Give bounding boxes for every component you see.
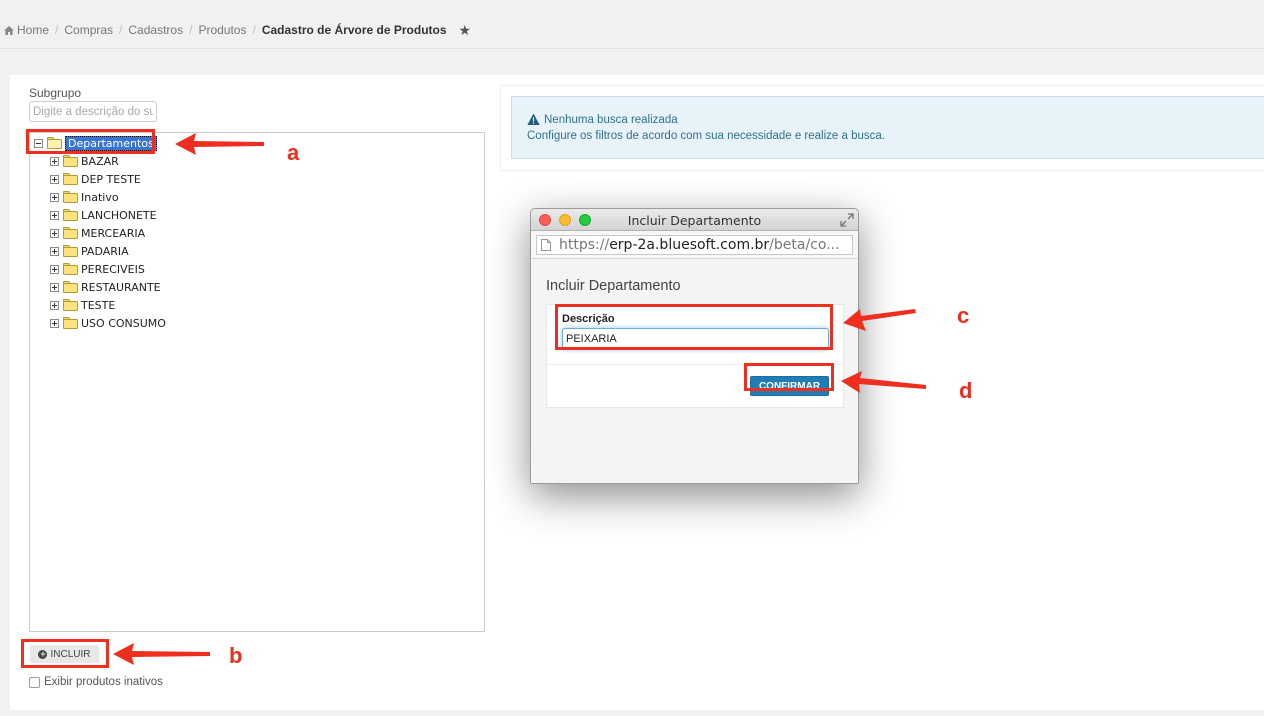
url-host: erp-2a.bluesoft.com.br (609, 237, 770, 253)
expand-icon[interactable] (50, 318, 59, 328)
alert-title: Nenhuma busca realizada (527, 113, 678, 126)
arrow-d-icon (841, 371, 926, 393)
callout-box-c (555, 304, 833, 350)
breadcrumb-home[interactable]: Home (17, 23, 49, 37)
breadcrumb-cadastros[interactable]: Cadastros (128, 23, 183, 37)
folder-icon (63, 155, 78, 167)
folder-icon (63, 227, 78, 239)
page-title: Cadastro de Árvore de Produtos (261, 23, 447, 37)
annotation-label-a: a (287, 140, 300, 165)
arrow-b-icon (113, 643, 210, 665)
tree-node-label[interactable]: MERCEARIA (81, 227, 145, 240)
tree-node-dep-teste[interactable]: DEP TESTE (50, 171, 141, 187)
header-divider (0, 48, 1264, 49)
folder-icon (63, 281, 78, 293)
expand-icon[interactable] (50, 264, 59, 274)
breadcrumb-separator: / (55, 23, 59, 37)
info-alert: Nenhuma busca realizada Configure os fil… (511, 96, 1264, 159)
callout-box-d (744, 363, 834, 391)
folder-icon (63, 209, 78, 221)
callout-box-a (26, 129, 155, 154)
expand-icon[interactable] (50, 300, 59, 310)
expand-icon[interactable] (50, 282, 59, 292)
breadcrumb: Home / Compras / Cadastros / Produtos / … (4, 22, 471, 38)
folder-icon (63, 299, 78, 311)
folder-icon (63, 317, 78, 329)
tree-node-label[interactable]: RESTAURANTE (81, 281, 161, 294)
arrow-c-icon (843, 309, 916, 331)
expand-icon[interactable] (50, 210, 59, 220)
folder-icon (63, 173, 78, 185)
expand-icon[interactable] (50, 228, 59, 238)
warning-icon (527, 113, 540, 125)
modal-heading: Incluir Departamento (546, 278, 681, 294)
tree-node-lanchonete[interactable]: LANCHONETE (50, 207, 157, 223)
folder-icon (63, 263, 78, 275)
url-bar: https:// erp-2a.bluesoft.com.br /beta/co… (531, 231, 858, 259)
breadcrumb-produtos[interactable]: Produtos (198, 23, 246, 37)
tree-node-restaurante[interactable]: RESTAURANTE (50, 279, 161, 295)
exibir-inativos-label[interactable]: Exibir produtos inativos (44, 676, 163, 688)
expand-icon[interactable] (50, 156, 59, 166)
tree-node-inativo[interactable]: Inativo (50, 189, 119, 205)
subgrupo-label: Subgrupo (29, 86, 82, 100)
exibir-inativos-checkbox[interactable] (29, 676, 40, 688)
callout-box-b (21, 639, 109, 668)
expand-icon[interactable] (50, 174, 59, 184)
window-title: Incluir Departamento (627, 213, 762, 228)
tree-node-pereciveis[interactable]: PERECIVEIS (50, 261, 145, 277)
annotation-label-d: d (959, 378, 973, 403)
annotation-label-b: b (229, 643, 243, 668)
tree-node-uso-consumo[interactable]: USO CONSUMO (50, 315, 166, 331)
alert-text: Configure os filtros de acordo com sua n… (527, 130, 885, 142)
breadcrumb-separator: / (252, 23, 256, 37)
product-tree[interactable]: Departamentos BAZAR DEP TESTE Inativo LA… (29, 132, 485, 632)
tree-node-label[interactable]: DEP TESTE (81, 173, 141, 186)
document-icon (541, 239, 551, 251)
tree-node-label[interactable]: PADARIA (81, 245, 129, 258)
url-field[interactable]: https:// erp-2a.bluesoft.com.br /beta/co… (536, 235, 853, 255)
expand-icon[interactable] (50, 192, 59, 202)
tree-node-label[interactable]: LANCHONETE (81, 209, 157, 222)
breadcrumb-compras[interactable]: Compras (64, 23, 113, 37)
url-path: /beta/co... (769, 237, 840, 253)
star-icon[interactable]: ★ (459, 22, 472, 39)
folder-icon (63, 245, 78, 257)
subgrupo-search-input[interactable] (29, 101, 157, 122)
tree-node-label[interactable]: BAZAR (81, 155, 119, 168)
expand-icon[interactable] (840, 213, 854, 227)
window-titlebar[interactable]: Incluir Departamento (531, 209, 858, 231)
tree-node-label[interactable]: PERECIVEIS (81, 263, 145, 276)
home-icon (4, 25, 14, 35)
expand-icon[interactable] (50, 246, 59, 256)
folder-icon (63, 191, 78, 203)
alert-title-text: Nenhuma busca realizada (544, 113, 678, 126)
breadcrumb-separator: / (119, 23, 123, 37)
tree-node-teste[interactable]: TESTE (50, 297, 115, 313)
url-prefix: https:// (559, 237, 610, 253)
tree-node-bazar[interactable]: BAZAR (50, 153, 119, 169)
breadcrumb-separator: / (189, 23, 193, 37)
tree-node-label[interactable]: TESTE (81, 299, 115, 312)
tree-node-label[interactable]: USO CONSUMO (81, 317, 166, 330)
tree-node-mercearia[interactable]: MERCEARIA (50, 225, 145, 241)
tree-node-padaria[interactable]: PADARIA (50, 243, 129, 259)
exibir-inativos-row[interactable]: Exibir produtos inativos (29, 676, 163, 688)
tree-node-label[interactable]: Inativo (81, 191, 119, 204)
arrow-a-icon (175, 133, 264, 155)
annotation-label-c: c (957, 303, 970, 328)
